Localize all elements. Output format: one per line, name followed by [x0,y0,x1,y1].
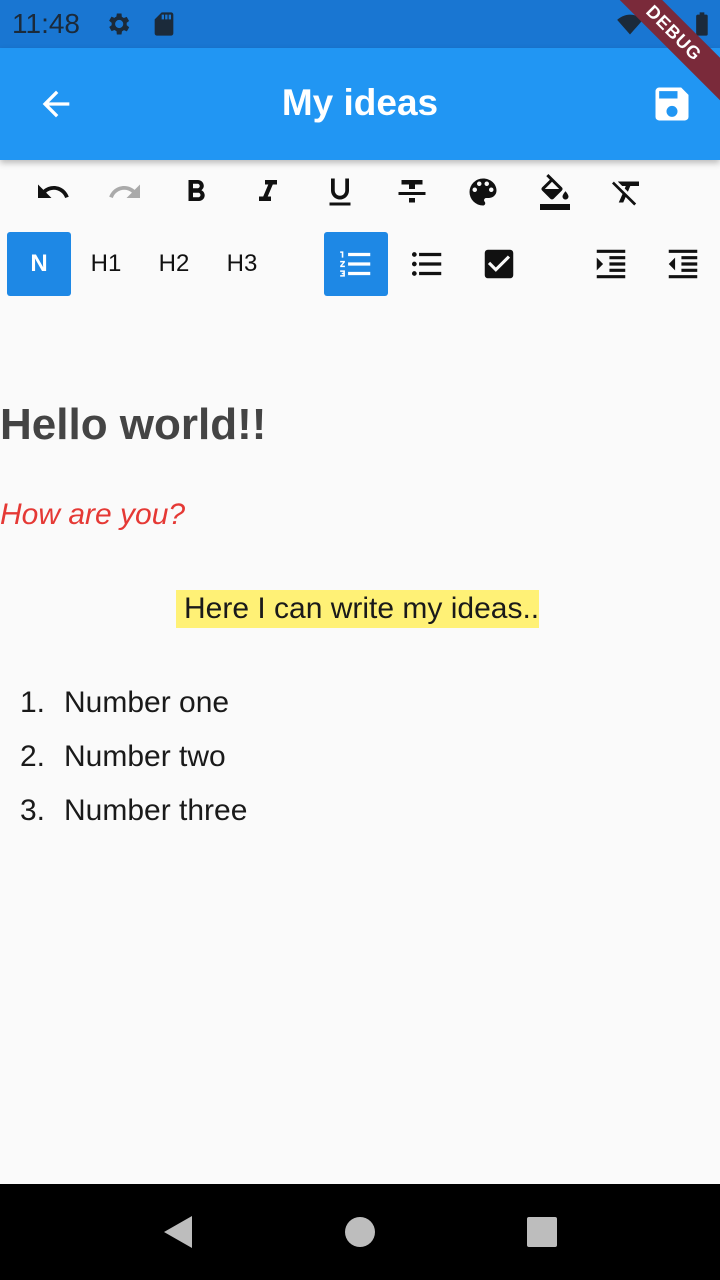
checkbox-icon[interactable] [467,232,531,296]
heading-h2-label: H2 [158,250,190,277]
debug-label: DEBUG [600,0,720,108]
undo-icon[interactable] [21,160,85,224]
block-toolbar: N H1 H2 H3 [0,232,720,296]
underline-icon[interactable] [308,160,372,224]
format-toolbar [0,160,720,224]
heading-normal-label: N [30,250,48,277]
heading-text: Hello world!! [0,400,267,449]
bulleted-list-icon[interactable] [395,232,459,296]
list-text: Number one [64,686,230,719]
sd-card-icon [150,10,178,38]
clear-format-icon[interactable] [595,160,659,224]
indent-icon[interactable] [579,232,643,296]
list-text: Number two [64,740,226,773]
strikethrough-icon[interactable] [380,160,444,224]
fill-color-icon[interactable] [523,160,587,224]
outdent-icon[interactable] [651,232,715,296]
heading-h1-button[interactable]: H1 [74,232,138,296]
numbered-list-icon[interactable] [324,232,388,296]
list-item: 2. Number two [20,740,226,774]
italic-text: How are you? [0,498,186,531]
heading-h3-label: H3 [226,250,258,277]
heading-normal-button[interactable]: N [7,232,71,296]
bold-icon[interactable] [164,160,228,224]
list-number: 3. [20,794,46,827]
redo-icon[interactable] [93,160,157,224]
nav-home-icon[interactable] [342,1214,378,1250]
list-text: Number three [64,794,248,827]
italic-icon[interactable] [236,160,300,224]
heading-h3-button[interactable]: H3 [210,232,274,296]
debug-banner: DEBUG [600,0,720,120]
nav-recents-icon[interactable] [524,1214,560,1250]
gear-icon [104,10,132,38]
system-nav-bar [0,1184,720,1280]
palette-icon[interactable] [451,160,515,224]
heading-h1-label: H1 [90,250,122,277]
list-number: 1. [20,686,46,719]
nav-back-icon[interactable] [160,1214,196,1250]
status-time: 11:48 [12,8,80,39]
highlighted-text: Here I can write my ideas.. [176,590,540,628]
heading-h2-button[interactable]: H2 [142,232,206,296]
list-item: 1. Number one [20,686,229,720]
list-number: 2. [20,740,46,773]
list-item: 3. Number three [20,794,247,828]
